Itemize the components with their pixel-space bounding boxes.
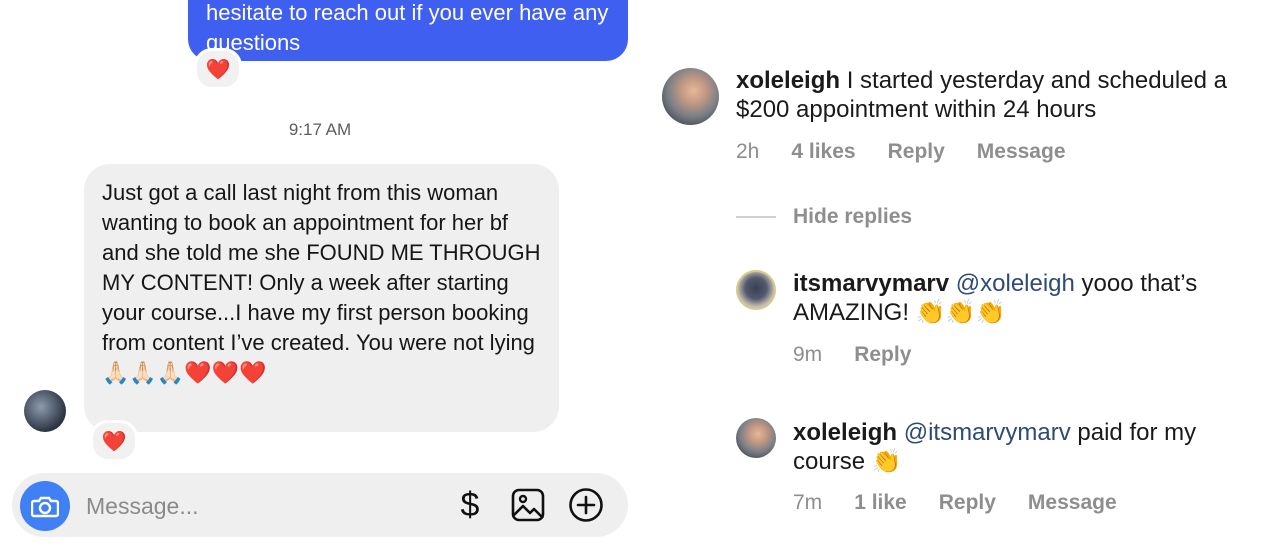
- outgoing-message-bubble[interactable]: hesitate to reach out if you ever have a…: [188, 0, 628, 61]
- comments-panel: xoleleigh I started yesterday and schedu…: [640, 0, 1280, 556]
- comment-mention[interactable]: @itsmarvymarv: [904, 419, 1071, 446]
- message-input[interactable]: [84, 488, 388, 524]
- comment-time: 9m: [793, 343, 823, 366]
- likes-count[interactable]: 1 like: [854, 491, 907, 515]
- image-icon: [511, 488, 545, 522]
- comment-username[interactable]: xoleleigh: [793, 419, 897, 446]
- sender-avatar[interactable]: [24, 390, 66, 432]
- incoming-message-bubble[interactable]: Just got a call last night from this wom…: [84, 164, 559, 432]
- avatar[interactable]: [736, 270, 776, 310]
- image-button[interactable]: [510, 487, 546, 523]
- comment-time: 2h: [736, 140, 760, 163]
- dm-thread: hesitate to reach out if you ever have a…: [0, 0, 640, 556]
- comment-text: xoleleigh I started yesterday and schedu…: [736, 66, 1276, 124]
- comment-text: itsmarvymarv @xoleleigh yooo that’s AMAZ…: [793, 269, 1263, 327]
- dollar-button[interactable]: $: [452, 485, 488, 524]
- comment-username[interactable]: itsmarvymarv: [793, 270, 949, 297]
- likes-count[interactable]: 4 likes: [791, 140, 855, 164]
- incoming-message-text: Just got a call last night from this wom…: [102, 180, 541, 385]
- comment-time: 7m: [793, 491, 823, 514]
- heart-icon: ❤️: [101, 430, 127, 453]
- message-composer: $: [12, 473, 628, 537]
- heart-icon: ❤️: [205, 58, 231, 81]
- comment-username[interactable]: xoleleigh: [736, 67, 840, 94]
- message-button[interactable]: Message: [1028, 491, 1117, 515]
- message-timestamp: 9:17 AM: [288, 120, 352, 139]
- camera-icon: [31, 496, 59, 518]
- comment-meta: 9m Reply: [793, 343, 943, 367]
- plus-button[interactable]: [568, 487, 604, 523]
- comment-meta: 7m 1 like Reply Message: [793, 491, 1149, 515]
- reply-button[interactable]: Reply: [854, 343, 911, 367]
- dollar-icon: $: [460, 485, 480, 524]
- comment-meta: 2h 4 likes Reply Message: [736, 140, 1098, 164]
- outgoing-message-text: hesitate to reach out if you ever have a…: [206, 0, 609, 55]
- comment-text: xoleleigh @itsmarvymarv paid for my cour…: [793, 418, 1263, 476]
- hide-replies-label: Hide replies: [793, 205, 913, 228]
- reply-button[interactable]: Reply: [939, 491, 996, 515]
- plus-circle-icon: [569, 488, 603, 522]
- camera-button[interactable]: [20, 481, 70, 531]
- avatar[interactable]: [736, 418, 776, 458]
- avatar[interactable]: [662, 68, 719, 125]
- comment-mention[interactable]: @xoleleigh: [956, 270, 1075, 297]
- message-button[interactable]: Message: [977, 140, 1066, 164]
- heart-reaction[interactable]: ❤️: [194, 48, 242, 90]
- heart-reaction[interactable]: ❤️: [90, 420, 138, 462]
- reply-button[interactable]: Reply: [888, 140, 945, 164]
- hide-replies-button[interactable]: Hide replies: [736, 205, 912, 229]
- divider: [736, 216, 776, 218]
